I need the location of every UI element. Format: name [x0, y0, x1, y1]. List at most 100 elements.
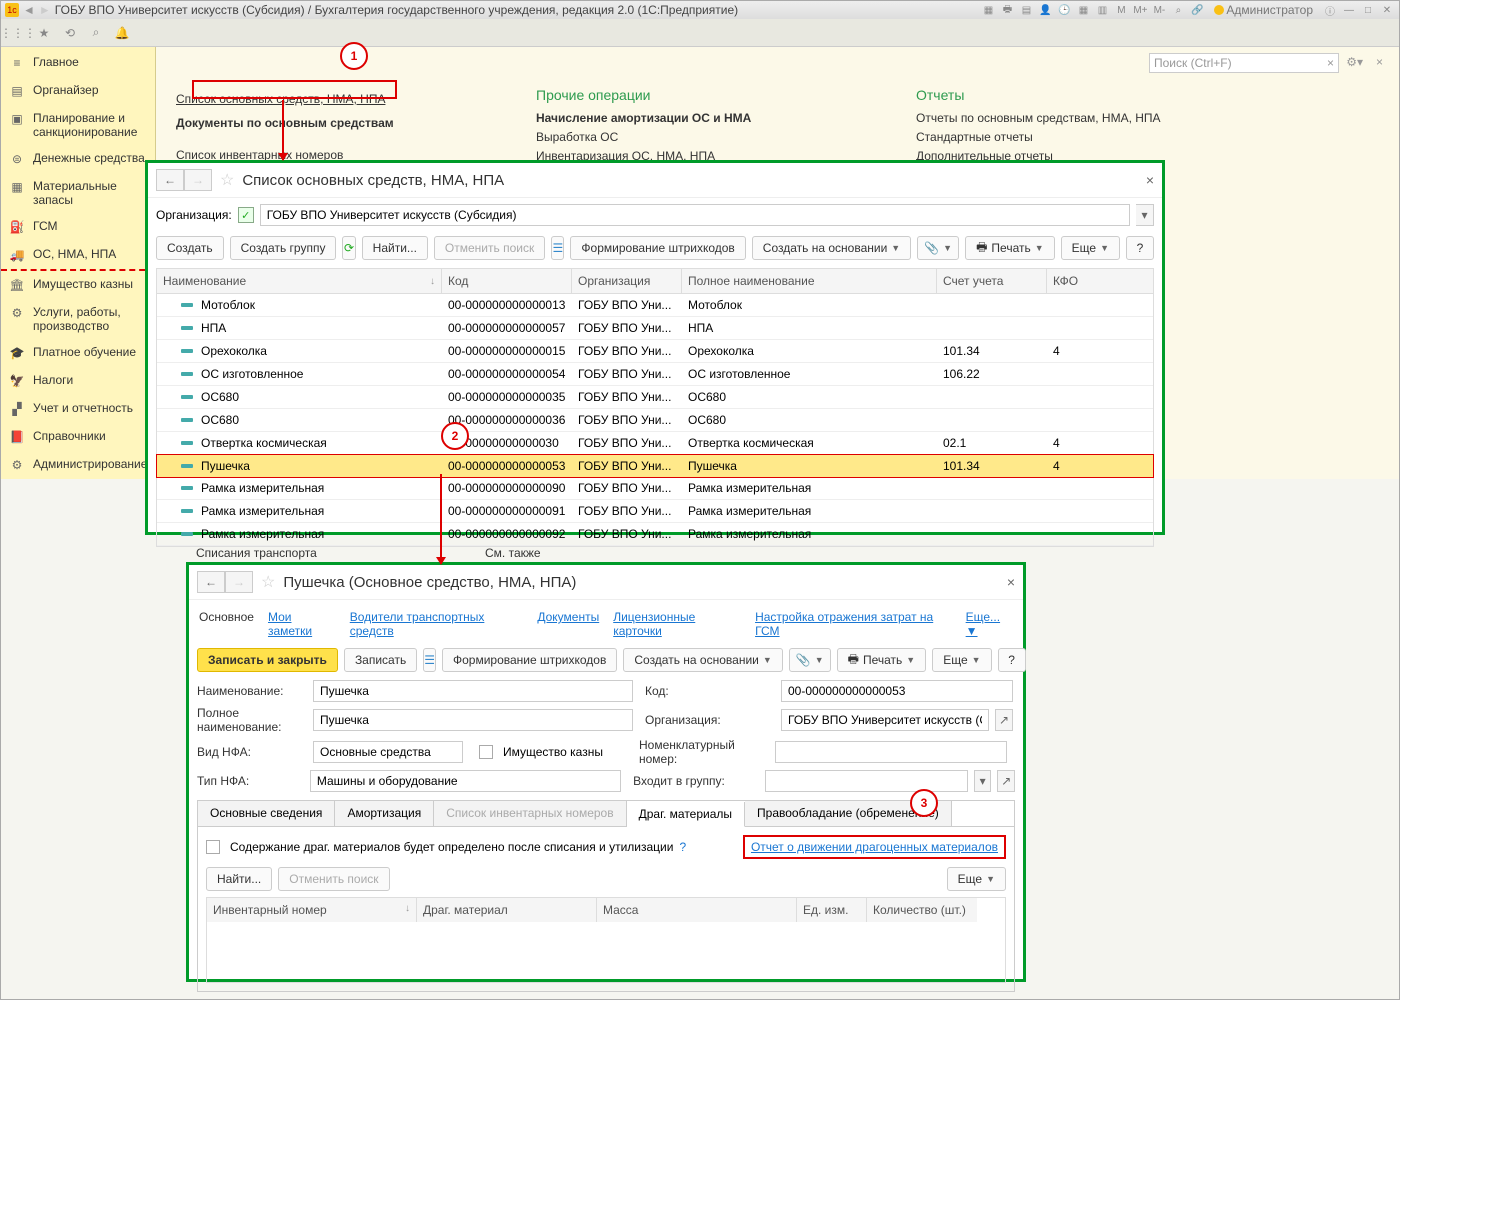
- sidebar-item-gsm[interactable]: ⛽ГСМ: [1, 213, 155, 241]
- col-acct[interactable]: Счет учета: [937, 269, 1047, 293]
- inp-code[interactable]: [781, 680, 1013, 702]
- col2-inv[interactable]: Инвентарный номер ↓: [207, 898, 417, 922]
- nav-fwd2-button[interactable]: →: [225, 571, 253, 593]
- table-row[interactable]: НПА00-000000000000057ГОБУ ВПО Уни...НПА: [157, 317, 1153, 340]
- cancel-search-button[interactable]: Отменить поиск: [434, 236, 545, 260]
- sidebar-item-os[interactable]: 🚚ОС, НМА, НПА: [1, 241, 155, 271]
- sidebar-item-tax[interactable]: 🦅Налоги: [1, 367, 155, 395]
- cancel2-button[interactable]: Отменить поиск: [278, 867, 389, 891]
- inp-nomen[interactable]: [775, 741, 1007, 763]
- table-row[interactable]: ОС изготовленное00-000000000000054ГОБУ В…: [157, 363, 1153, 386]
- col3-item-0[interactable]: Отчеты по основным средствам, НМА, НПА: [916, 111, 1196, 125]
- tab-more[interactable]: Еще... ▼: [966, 610, 1013, 638]
- tab-gsm[interactable]: Настройка отражения затрат на ГСМ: [755, 610, 952, 638]
- attach-button[interactable]: 📎▼: [917, 236, 959, 260]
- create-button[interactable]: Создать: [156, 236, 224, 260]
- col-code[interactable]: Код: [442, 269, 572, 293]
- col2-item-1[interactable]: Выработка ОС: [536, 130, 836, 144]
- tab-notes[interactable]: Мои заметки: [268, 610, 336, 638]
- find-button[interactable]: Найти...: [362, 236, 428, 260]
- subtab-main[interactable]: Основные сведения: [198, 801, 335, 826]
- find2-button[interactable]: Найти...: [206, 867, 272, 891]
- subtab-drag[interactable]: Драг. материалы: [627, 802, 745, 827]
- col2-item-0[interactable]: Начисление амортизации ОС и НМА: [536, 111, 836, 125]
- refresh-button[interactable]: ⟳: [342, 236, 355, 260]
- nav-back-icon[interactable]: ◄: [23, 3, 35, 17]
- m-plus-icon[interactable]: M+: [1132, 3, 1148, 17]
- col2-qty[interactable]: Количество (шт.): [867, 898, 977, 922]
- col-org[interactable]: Организация: [572, 269, 682, 293]
- inp-name[interactable]: [313, 680, 633, 702]
- fav2-icon[interactable]: ☆: [261, 572, 275, 592]
- tab-license[interactable]: Лицензионные карточки: [613, 610, 741, 638]
- org-open-icon[interactable]: ↗: [995, 709, 1013, 731]
- panel-close-icon[interactable]: ×: [1376, 55, 1383, 69]
- panel1-close-icon[interactable]: ×: [1146, 172, 1154, 188]
- settings-icon[interactable]: ⚙▾: [1346, 55, 1363, 69]
- calc-icon[interactable]: ▦: [980, 3, 996, 17]
- tab-drivers[interactable]: Водители транспортных средств: [350, 610, 524, 638]
- table-row[interactable]: Рамка измерительная00-000000000000091ГОБ…: [157, 500, 1153, 523]
- nav-fwd-icon[interactable]: ►: [39, 3, 51, 17]
- inp-group[interactable]: [765, 770, 967, 792]
- col-kfo[interactable]: КФО: [1047, 269, 1127, 293]
- subtab-amort[interactable]: Амортизация: [335, 801, 434, 826]
- sidebar-item-main[interactable]: ≡Главное: [1, 49, 155, 77]
- history-icon[interactable]: ⟲: [61, 24, 79, 42]
- inp-type[interactable]: [310, 770, 621, 792]
- col-name[interactable]: Наименование↓: [157, 269, 442, 293]
- tab-docs[interactable]: Документы: [537, 610, 599, 638]
- col3-item-1[interactable]: Стандартные отчеты: [916, 130, 1196, 144]
- nav-back2-button[interactable]: ←: [197, 571, 225, 593]
- minimize-icon[interactable]: —: [1341, 3, 1357, 17]
- barcode2-button[interactable]: Формирование штрихкодов: [442, 648, 617, 672]
- sidebar-item-planning[interactable]: ▣Планирование и санкционирование: [1, 105, 155, 145]
- col-full[interactable]: Полное наименование: [682, 269, 937, 293]
- panel2-close-icon[interactable]: ×: [1007, 574, 1015, 590]
- group-open-icon[interactable]: ↗: [997, 770, 1015, 792]
- tool-icon[interactable]: ▥: [1094, 3, 1110, 17]
- help-q-icon[interactable]: ?: [679, 840, 686, 854]
- table-row[interactable]: Отвертка космическая0-000000000000030ГОБ…: [157, 432, 1153, 455]
- table-row[interactable]: Рамка измерительная00-000000000000092ГОБ…: [157, 523, 1153, 546]
- save-close-button[interactable]: Записать и закрыть: [197, 648, 338, 672]
- attach2-button[interactable]: 📎▼: [789, 648, 831, 672]
- sidebar-item-money[interactable]: ⊜Денежные средства: [1, 145, 155, 173]
- info-icon[interactable]: ⓘ: [1322, 3, 1338, 17]
- col2-mass[interactable]: Масса: [597, 898, 797, 922]
- sidebar-item-services[interactable]: ⚙Услуги, работы, производство: [1, 299, 155, 339]
- bell-icon[interactable]: 🔔: [113, 24, 131, 42]
- inp-vid[interactable]: [313, 741, 463, 763]
- table-row[interactable]: Пушечка00-000000000000053ГОБУ ВПО Уни...…: [156, 454, 1154, 478]
- kazna-checkbox[interactable]: [479, 745, 493, 759]
- sidebar-item-materials[interactable]: ▦Материальные запасы: [1, 173, 155, 213]
- search-icon[interactable]: ⌕: [1170, 3, 1186, 17]
- doc-icon[interactable]: ▤: [1018, 3, 1034, 17]
- clear-icon[interactable]: ×: [1327, 56, 1334, 70]
- col2-unit[interactable]: Ед. изм.: [797, 898, 867, 922]
- create-based-button[interactable]: Создать на основании▼: [752, 236, 911, 260]
- list-view2-button[interactable]: ☰: [423, 648, 436, 672]
- nav-fwd-button[interactable]: →: [184, 169, 212, 191]
- nav-back-button[interactable]: ←: [156, 169, 184, 191]
- sidebar-item-edu[interactable]: 🎓Платное обучение: [1, 339, 155, 367]
- link-icon[interactable]: 🔗: [1189, 3, 1205, 17]
- close-icon[interactable]: ✕: [1379, 3, 1395, 17]
- org-checkbox[interactable]: ✓: [238, 207, 254, 223]
- col2-mat[interactable]: Драг. материал: [417, 898, 597, 922]
- sidebar-item-dict[interactable]: 📕Справочники: [1, 423, 155, 451]
- apps-icon[interactable]: ⋮⋮⋮: [9, 24, 27, 42]
- list-view-button[interactable]: ☰: [551, 236, 564, 260]
- save-button[interactable]: Записать: [344, 648, 417, 672]
- sidebar-item-kazna[interactable]: 🏛Имущество казны: [1, 271, 155, 299]
- grid-icon[interactable]: ▦: [1075, 3, 1091, 17]
- help-button[interactable]: ?: [1126, 236, 1154, 260]
- table-row[interactable]: Рамка измерительная00-000000000000090ГОБ…: [157, 477, 1153, 500]
- create-based2-button[interactable]: Создать на основании▼: [623, 648, 782, 672]
- table-row[interactable]: Орехоколка00-000000000000015ГОБУ ВПО Уни…: [157, 340, 1153, 363]
- barcode-button[interactable]: Формирование штрихкодов: [570, 236, 745, 260]
- sidebar-item-reports[interactable]: ▞Учет и отчетность: [1, 395, 155, 423]
- print-button[interactable]: 🖶 Печать▼: [965, 236, 1055, 260]
- inp-full[interactable]: [313, 709, 633, 731]
- maximize-icon[interactable]: □: [1360, 3, 1376, 17]
